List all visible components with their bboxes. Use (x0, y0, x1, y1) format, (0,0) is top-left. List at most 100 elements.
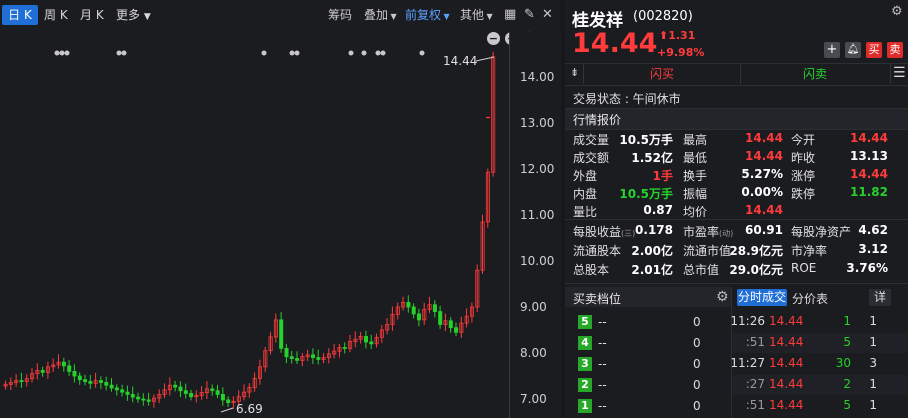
last-price: 14.44 (572, 28, 658, 59)
low-marker-label: 6.69 (236, 402, 263, 416)
bid-price: -- (598, 315, 607, 329)
tab-month-k[interactable]: 月 K (80, 5, 104, 25)
other-label: 其他 (460, 8, 485, 22)
quote-value: 10.5万手 (619, 187, 673, 201)
forward-adjust-button[interactable]: 前复权 ▼ (405, 5, 450, 25)
other-button[interactable]: 其他 ▼ (460, 5, 493, 25)
tick-count: 1 (869, 314, 877, 328)
quote-label: 今开 (791, 133, 816, 147)
candle-body (178, 386, 183, 392)
buy-button[interactable]: 买 (866, 42, 882, 58)
event-dot (375, 50, 381, 56)
grid-icon[interactable]: ▦ (504, 5, 516, 25)
quote-label: 昨收 (791, 151, 816, 165)
tab-tick-trades[interactable]: 分时成交 (737, 289, 787, 306)
candle-body (88, 381, 93, 384)
event-dot (361, 50, 367, 56)
flash-sell-button[interactable]: 闪卖 (740, 64, 891, 84)
tab-more[interactable]: 更多 ▼ (116, 5, 151, 25)
quote-value: 14.44 (850, 131, 888, 145)
quote-label: 成交量 (573, 133, 610, 147)
alert-bell-icon[interactable]: 🔔︎ (845, 42, 861, 58)
candle-body (83, 379, 88, 382)
quote-value: 14.44 (850, 167, 888, 181)
quote-label: 最高 (683, 133, 708, 147)
fundamental-label-sub: (三) (621, 229, 636, 238)
fundamental-value: 3.12 (858, 242, 888, 256)
candle-body (289, 356, 294, 359)
flash-buy-button[interactable]: 闪买 (583, 64, 741, 84)
fundamental-label-text: 市净率 (791, 244, 828, 258)
quote-value: 1手 (652, 169, 673, 183)
quote-value: 14.44 (745, 149, 783, 163)
quote-label: 均价 (683, 205, 708, 219)
fundamental-value: 0.178 (635, 223, 673, 237)
y-tick: 8.00 (520, 346, 547, 360)
candle-body (114, 387, 119, 391)
price-change-value: 1.31 (668, 29, 696, 42)
event-dot (116, 50, 122, 56)
candle-body (183, 390, 188, 394)
fundamental-value: 2.00亿 (631, 244, 673, 258)
chevron-down-icon: ▼ (388, 12, 397, 21)
candle-body (125, 391, 130, 395)
tab-week-k[interactable]: 周 K (44, 5, 68, 25)
settings-gear-icon[interactable]: ⚙ (716, 289, 729, 305)
trade-status: 交易状态 : 午间休市 (573, 92, 681, 106)
quote-label: 外盘 (573, 169, 598, 183)
tick-price: 14.44 (769, 356, 804, 370)
low-marker: 6.69 (220, 402, 263, 416)
quote-label: 换手 (683, 169, 708, 183)
tick-count: 1 (869, 398, 877, 412)
candle-body (448, 320, 453, 329)
overlay-label: 叠加 (364, 8, 389, 22)
sell-button[interactable]: 卖 (887, 42, 903, 58)
bid-volume: 0 (693, 336, 701, 350)
tick-count: 3 (869, 356, 877, 370)
tick-volume: 5 (843, 335, 851, 349)
quote-value: 5.27% (741, 167, 783, 181)
fundamental-label: 总市值 (683, 261, 719, 278)
candle-body (363, 336, 368, 343)
fundamental-label-text: 流通股本 (573, 244, 622, 258)
tick-price: 14.44 (769, 377, 804, 391)
fundamental-label-text: 流通市值 (683, 244, 732, 258)
tab-day-k[interactable]: 日 K (2, 5, 38, 25)
quote-panel: 桂发祥 (002820) ⚙ 14.44 ⬆1.31 +9.98% + 🔔︎ 买… (565, 0, 908, 418)
draw-pen-icon[interactable]: ✎ (524, 5, 535, 25)
bid-price: -- (598, 399, 607, 413)
fundamental-label: 总股本 (573, 261, 609, 278)
tab-price-table[interactable]: 分价表 (792, 290, 828, 307)
event-markers (54, 50, 425, 56)
price-change-percent: +9.98% (657, 46, 705, 59)
collapse-icon[interactable]: ⇟ (570, 66, 579, 79)
menu-icon[interactable]: ☰ (893, 65, 906, 81)
tick-time: 11:27 (730, 356, 765, 370)
candle-body (173, 384, 178, 388)
y-tick: 10.00 (520, 254, 555, 268)
y-tick: 9.00 (520, 300, 547, 314)
close-icon[interactable]: ✕ (542, 5, 553, 25)
fundamental-label-text: ROE (791, 261, 817, 275)
bid-level-badge: 5 (578, 315, 592, 329)
candle-body (99, 380, 104, 383)
overlay-button[interactable]: 叠加 ▼ (364, 5, 397, 25)
tab-more-label: 更多 (116, 8, 141, 22)
chips-button[interactable]: 筹码 (328, 5, 352, 25)
chevron-down-icon: ▼ (484, 12, 493, 21)
quote-label: 最低 (683, 151, 708, 165)
y-tick: 7.00 (520, 392, 547, 406)
detail-button[interactable]: 详 (869, 289, 891, 306)
candle-body (189, 393, 194, 398)
candle-body (342, 347, 347, 349)
tick-time: :51 (745, 335, 765, 349)
event-dot (54, 50, 60, 56)
fundamental-label: 市净率 (791, 242, 827, 259)
fundamental-label-text: 市盈率 (683, 225, 720, 239)
quote-value: 0.00% (741, 185, 783, 199)
candle-body (136, 396, 141, 400)
settings-gear-icon[interactable]: ⚙ (891, 4, 903, 19)
candle-body (432, 304, 437, 313)
quote-value: 14.44 (745, 203, 783, 217)
add-watchlist-icon[interactable]: + (824, 42, 840, 58)
